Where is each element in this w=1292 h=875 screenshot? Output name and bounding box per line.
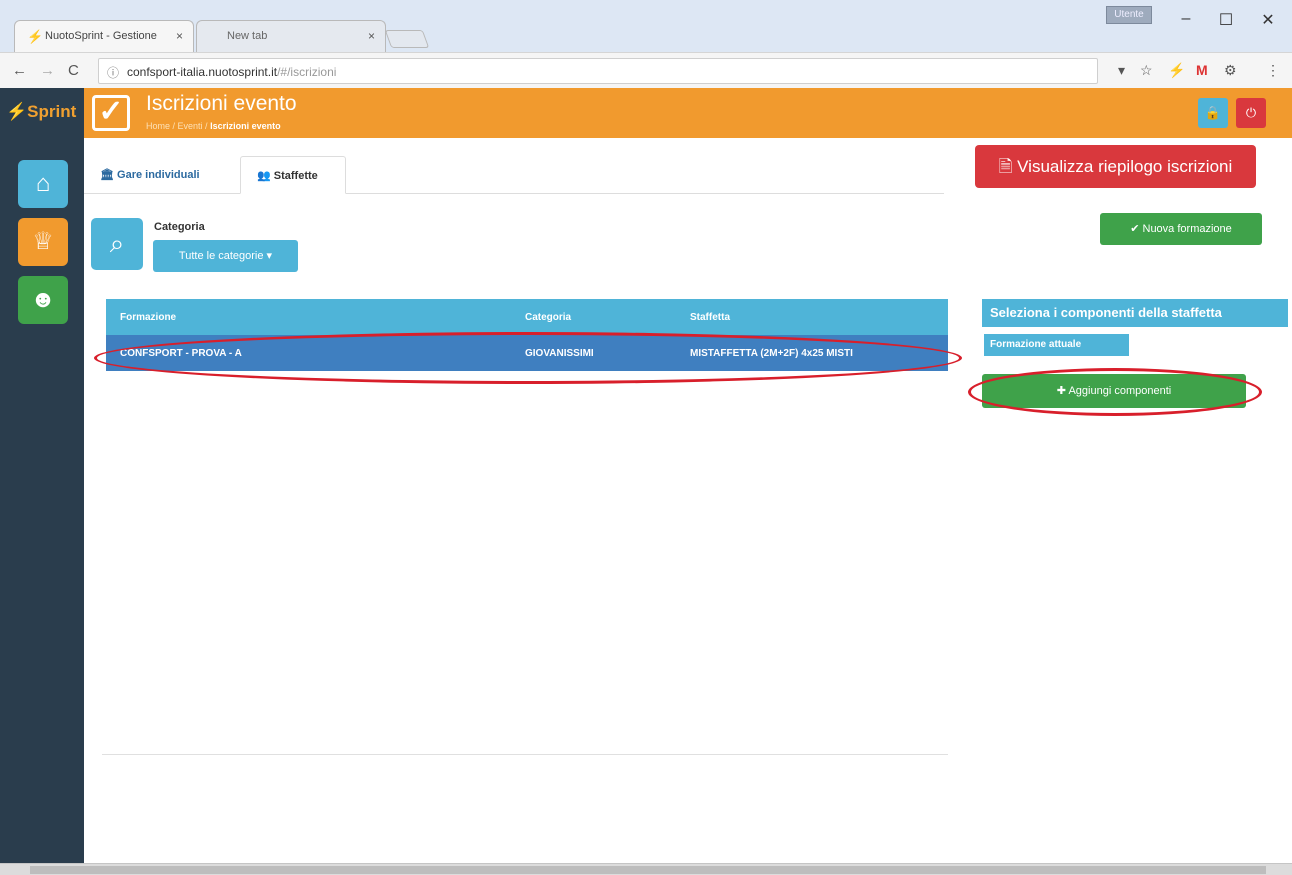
lightning-icon[interactable]: ⚡ — [1168, 62, 1185, 79]
extension-icon[interactable]: ⚙ — [1224, 62, 1237, 79]
home-icon[interactable]: ⌂ — [18, 160, 68, 208]
back-arrow-icon[interactable]: ← — [12, 62, 27, 79]
table-cell: MISTAFFETTA (2M+2F) 4x25 MISTI — [676, 335, 948, 371]
add-components-button[interactable]: ✚ Aggiungi componenti — [982, 374, 1246, 408]
table-cell: CONFSPORT - PROVA - A — [106, 335, 511, 371]
page-title: Iscrizioni evento — [146, 92, 297, 115]
column-header: Formazione — [106, 299, 511, 335]
url-path: /#/iscrizioni — [277, 65, 337, 79]
browser-tab-nuotosprint[interactable]: ⚡ NuotoSprint - Gestione × — [14, 20, 194, 52]
new-formation-label: Nuova formazione — [1142, 223, 1232, 235]
scrollbar-thumb[interactable] — [30, 866, 1266, 874]
users-icon: 👥 — [257, 170, 271, 182]
app-logo[interactable]: ⚡Sprint — [0, 88, 84, 138]
bank-icon: 🏛 — [100, 169, 114, 181]
close-window-icon[interactable]: ✕ — [1248, 10, 1288, 30]
trophy-icon[interactable]: ♕ — [18, 218, 68, 266]
current-formation-label: Formazione attuale — [984, 334, 1129, 356]
table-row[interactable]: CONFSPORT - PROVA - A GIOVANISSIMI MISTA… — [106, 335, 948, 371]
browser-tabbar: ⚡ NuotoSprint - Gestione × New tab × Ute… — [0, 0, 1292, 52]
close-icon[interactable]: × — [368, 29, 375, 43]
browser-tab-new[interactable]: New tab × — [196, 20, 386, 52]
plus-icon: ✚ — [1056, 385, 1066, 397]
right-panel-title: Seleziona i componenti della staffetta — [982, 299, 1288, 327]
tab-gare-individuali[interactable]: 🏛 Gare individuali — [84, 156, 240, 194]
new-tab-button[interactable] — [384, 30, 430, 48]
minimize-icon[interactable]: – — [1166, 10, 1206, 28]
filter-icon[interactable]: ▾ — [1118, 62, 1125, 79]
column-header: Categoria — [511, 299, 676, 335]
power-icon[interactable]: ⏻ — [1236, 98, 1266, 128]
browser-tab-label: NuotoSprint - Gestione — [45, 30, 157, 42]
close-icon[interactable]: × — [176, 29, 183, 43]
table-cell: GIOVANISSIMI — [511, 335, 676, 371]
column-header: Staffetta — [676, 299, 948, 335]
breadcrumb-current: Iscrizioni evento — [210, 121, 281, 131]
category-label: Categoria — [154, 221, 205, 233]
horizontal-scrollbar[interactable] — [0, 863, 1292, 875]
formations-table: Formazione Categoria Staffetta CONFSPORT… — [106, 299, 948, 371]
lightning-icon: ⚡ — [27, 29, 44, 44]
breadcrumb-separator: / — [202, 121, 211, 131]
add-components-label: Aggiungi componenti — [1068, 385, 1172, 397]
page-header: ✓ Iscrizioni evento Home / Eventi / Iscr… — [84, 88, 1292, 138]
divider — [102, 754, 948, 755]
tab-staffette[interactable]: 👥 Staffette — [240, 156, 346, 194]
check-square-icon: ✓ — [92, 95, 130, 131]
new-formation-button[interactable]: ✔ Nuova formazione — [1100, 213, 1262, 245]
lock-icon[interactable]: 🔒 — [1198, 98, 1228, 128]
menu-icon[interactable]: ⋮ — [1266, 62, 1280, 79]
url-input[interactable]: ⓘ confsport-italia.nuotosprint.it/#/iscr… — [98, 58, 1098, 84]
logo-text: Sprint — [27, 102, 77, 121]
user-badge[interactable]: Utente — [1106, 6, 1152, 24]
tab-label: Staffette — [273, 170, 318, 182]
maximize-icon[interactable]: ☐ — [1206, 10, 1246, 30]
breadcrumb: Home / Eventi / Iscrizioni evento — [146, 121, 281, 131]
gmail-icon[interactable]: M — [1196, 62, 1208, 78]
star-icon[interactable]: ☆ — [1140, 62, 1153, 79]
breadcrumb-separator: / — [170, 121, 178, 131]
breadcrumb-home[interactable]: Home — [146, 121, 170, 131]
users-icon[interactable]: ☻ — [18, 276, 68, 324]
page-tabs: 🏛 Gare individuali 👥 Staffette — [84, 156, 944, 194]
category-dropdown[interactable]: Tutte le categorie ▾ — [153, 240, 298, 272]
breadcrumb-events[interactable]: Eventi — [178, 121, 203, 131]
address-bar: ← → C ⓘ confsport-italia.nuotosprint.it/… — [0, 52, 1292, 88]
summary-button-label: Visualizza riepilogo iscrizioni — [1017, 157, 1233, 176]
search-icon[interactable]: ⌕ — [91, 218, 143, 270]
url-host: confsport-italia.nuotosprint.it — [127, 65, 278, 79]
reload-icon[interactable]: C — [68, 62, 79, 79]
table-header-row: Formazione Categoria Staffetta — [106, 299, 948, 335]
browser-chrome: ⚡ NuotoSprint - Gestione × New tab × Ute… — [0, 0, 1292, 88]
summary-button[interactable]: 🗎 Visualizza riepilogo iscrizioni — [975, 145, 1256, 188]
pdf-icon: 🗎 — [998, 157, 1013, 176]
browser-tab-label: New tab — [227, 30, 268, 42]
tab-label: Gare individuali — [117, 169, 200, 181]
info-icon: ⓘ — [107, 66, 120, 80]
forward-arrow-icon[interactable]: → — [40, 62, 55, 79]
check-icon: ✔ — [1130, 223, 1140, 235]
